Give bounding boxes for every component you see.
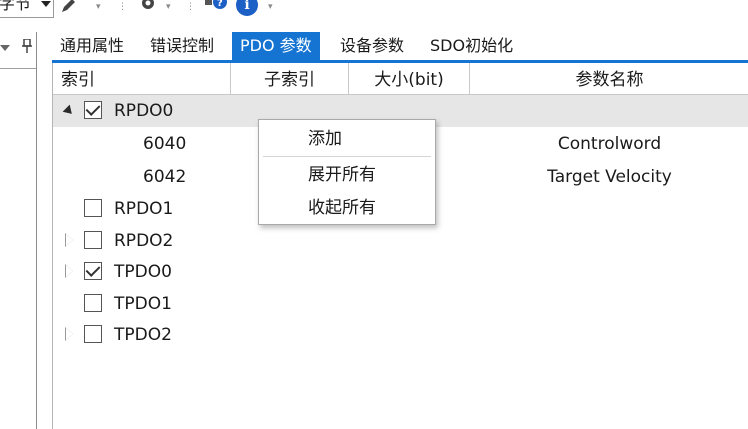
- tpdo0-checkbox[interactable]: [84, 262, 102, 280]
- toolbar-grip-icon: ⋮: [118, 2, 127, 12]
- rpdo0-checkbox[interactable]: [84, 101, 102, 119]
- pin-icon[interactable]: [22, 39, 32, 53]
- collapsed-arrow-icon[interactable]: [53, 225, 73, 257]
- info-icon[interactable]: i: [236, 0, 258, 16]
- pdo-grid: 索引 子索引 大小(bit) 参数名称 RPDO0 6040 Controlwo…: [52, 63, 748, 429]
- tree-row-label: RPDO2: [114, 231, 174, 251]
- tab-error-control[interactable]: 错误控制: [142, 32, 222, 60]
- menu-item-expand-all[interactable]: 展开所有: [259, 160, 435, 190]
- toolbar-overflow-icon-3[interactable]: ▾: [268, 2, 273, 12]
- collapsed-arrow-icon[interactable]: [53, 319, 73, 351]
- tree-row-tpdo2[interactable]: TPDO2: [53, 319, 748, 351]
- collapsed-arrow-icon[interactable]: [53, 256, 73, 288]
- tpdo2-checkbox[interactable]: [84, 325, 102, 343]
- tree-row-label: TPDO0: [114, 262, 172, 282]
- menu-divider: [263, 156, 431, 157]
- toolbar-grip-icon-2: ⋮: [186, 2, 195, 12]
- tree-row-label: TPDO1: [114, 294, 172, 314]
- tab-bar: 通用属性 错误控制 PDO 参数 设备参数 SDO初始化: [52, 32, 748, 60]
- row-param-name: Controlword: [557, 134, 662, 154]
- row-index-value: 6042: [143, 167, 187, 187]
- pencil-icon[interactable]: [60, 0, 78, 14]
- column-header-index[interactable]: 索引: [53, 63, 231, 95]
- row-index-value: 6040: [143, 134, 187, 154]
- column-header-size[interactable]: 大小(bit): [349, 63, 470, 95]
- expand-arrow-icon[interactable]: [53, 95, 76, 127]
- help-icon[interactable]: ?: [204, 0, 228, 14]
- tab-sdo-init[interactable]: SDO初始化: [422, 32, 521, 60]
- column-header-subindex[interactable]: 子索引: [231, 63, 349, 95]
- gear-icon[interactable]: [138, 0, 158, 14]
- tab-device-params[interactable]: 设备参数: [332, 32, 412, 60]
- tree-row-label: TPDO2: [114, 325, 172, 345]
- menu-item-collapse-all[interactable]: 收起所有: [259, 193, 435, 223]
- unit-combo[interactable]: 字节: [0, 0, 54, 18]
- rpdo1-checkbox[interactable]: [84, 199, 102, 217]
- tab-pdo-params[interactable]: PDO 参数: [232, 32, 320, 60]
- tree-row-rpdo2[interactable]: RPDO2: [53, 225, 748, 257]
- pane-dropdown-icon[interactable]: [0, 45, 10, 51]
- toolbar-overflow-icon-2[interactable]: ▾: [166, 2, 171, 12]
- tree-row-tpdo1[interactable]: TPDO1: [53, 288, 748, 320]
- svg-text:?: ?: [217, 0, 223, 9]
- column-header-param-name[interactable]: 参数名称: [470, 63, 748, 95]
- left-dock-pane: [0, 32, 37, 429]
- row-param-name: Target Velocity: [547, 167, 672, 187]
- pane-divider: [0, 68, 36, 69]
- toolbar: 字节 ▾ ⋮ ▾ ⋮ ? i ▾: [0, 0, 748, 22]
- tree-row-label: RPDO0: [114, 101, 174, 121]
- rpdo2-checkbox[interactable]: [84, 231, 102, 249]
- tree-row-label: RPDO1: [114, 199, 174, 219]
- chevron-down-icon: [41, 1, 51, 7]
- tree-row-tpdo0[interactable]: TPDO0: [53, 256, 748, 288]
- toolbar-overflow-icon[interactable]: ▾: [96, 2, 101, 12]
- unit-combo-value: 字节: [0, 0, 32, 13]
- context-menu: 添加 展开所有 收起所有: [258, 119, 436, 225]
- menu-item-add[interactable]: 添加: [259, 124, 435, 154]
- tab-general[interactable]: 通用属性: [52, 32, 132, 60]
- tpdo1-checkbox[interactable]: [84, 294, 102, 312]
